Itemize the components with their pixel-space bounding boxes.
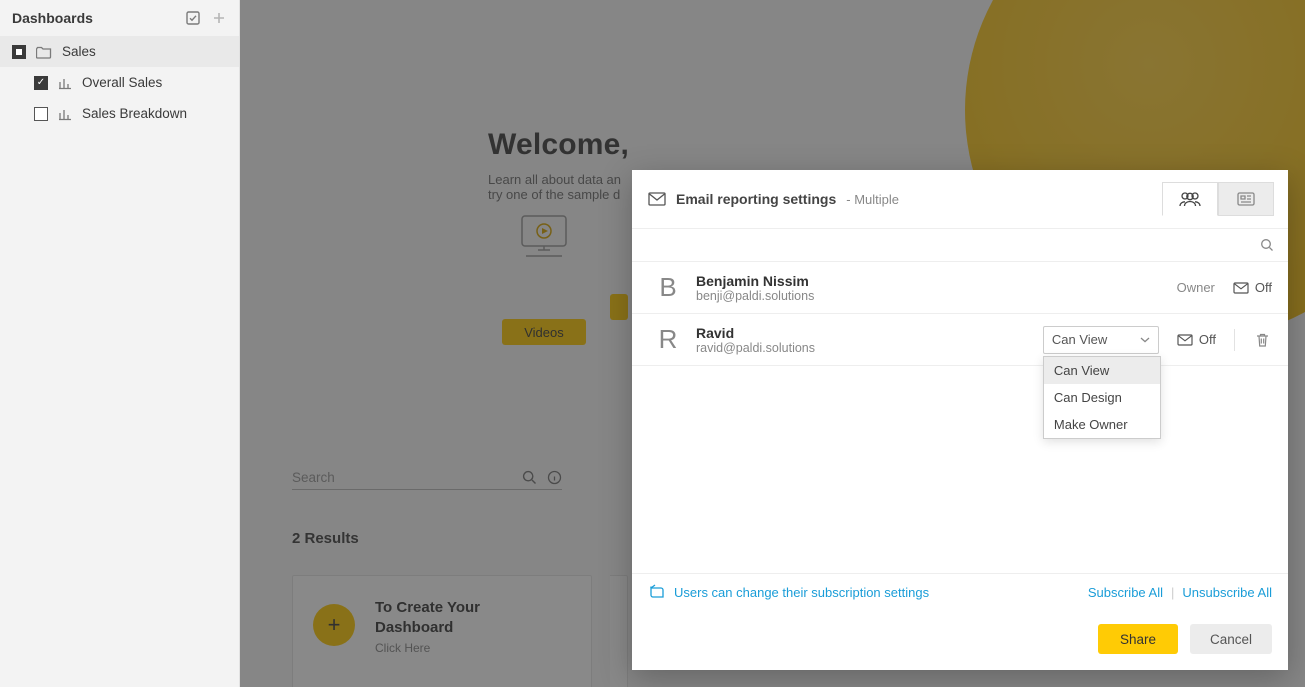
recipient-email: benji@paldi.solutions (696, 289, 814, 303)
cancel-button[interactable]: Cancel (1190, 624, 1272, 654)
permission-select[interactable]: Can View Can View Can Design Make Owner (1043, 326, 1159, 354)
mail-icon (1233, 282, 1249, 294)
recipient-name: Benjamin Nissim (696, 273, 814, 289)
permission-option-make-owner[interactable]: Make Owner (1044, 411, 1160, 438)
item-checkbox-icon[interactable] (34, 107, 48, 121)
modal-subtitle: - Multiple (846, 192, 899, 207)
unsubscribe-all-link[interactable]: Unsubscribe All (1182, 585, 1272, 600)
item-checkbox-icon[interactable]: ✓ (34, 76, 48, 90)
sidebar-title: Dashboards (12, 10, 93, 26)
sidebar-group-label: Sales (62, 44, 96, 59)
mail-icon (1177, 334, 1193, 346)
toggle-state: Off (1255, 280, 1272, 295)
email-toggle[interactable]: Off (1233, 280, 1272, 295)
separator (1234, 329, 1235, 351)
recipient-list: B Benjamin Nissim benji@paldi.solutions … (632, 262, 1288, 366)
separator: | (1171, 585, 1174, 600)
sidebar-item-label: Overall Sales (82, 75, 162, 90)
subscription-settings-link[interactable]: Users can change their subscription sett… (674, 585, 929, 600)
sidebar-item-overall-sales[interactable]: ✓ Overall Sales (0, 67, 239, 98)
permission-option-can-design[interactable]: Can Design (1044, 384, 1160, 411)
sidebar-group-sales[interactable]: Sales (0, 36, 239, 67)
mail-icon (648, 192, 666, 206)
recipient-row: R Ravid ravid@paldi.solutions Can View C… (632, 314, 1288, 366)
folder-icon (36, 45, 52, 59)
email-reporting-modal: Email reporting settings - Multiple (632, 170, 1288, 670)
avatar-initial: B (648, 272, 688, 303)
email-toggle[interactable]: Off (1177, 332, 1216, 347)
modal-header: Email reporting settings - Multiple (632, 170, 1288, 228)
sidebar-item-sales-breakdown[interactable]: Sales Breakdown (0, 98, 239, 129)
share-button[interactable]: Share (1098, 624, 1178, 654)
tab-users[interactable] (1162, 182, 1218, 216)
group-checkbox-icon[interactable] (12, 45, 26, 59)
chart-icon (58, 76, 72, 90)
avatar-initial: R (648, 324, 688, 355)
modal-footer: Share Cancel (632, 610, 1288, 670)
modal-search-bar[interactable] (632, 228, 1288, 262)
sidebar-item-label: Sales Breakdown (82, 106, 187, 121)
modal-title: Email reporting settings (676, 191, 836, 207)
tab-groups[interactable] (1218, 182, 1274, 216)
search-icon[interactable] (1260, 238, 1274, 252)
sidebar: Dashboards Sales ✓ Overall Sales (0, 0, 240, 687)
subscription-settings-icon (648, 584, 666, 600)
recipient-name: Ravid (696, 325, 815, 341)
delete-recipient-button[interactable] (1253, 332, 1272, 348)
recipient-row: B Benjamin Nissim benji@paldi.solutions … (632, 262, 1288, 314)
chart-icon (58, 107, 72, 121)
modal-utility-bar: Users can change their subscription sett… (632, 573, 1288, 610)
permission-dropdown: Can View Can Design Make Owner (1043, 356, 1161, 439)
chevron-down-icon (1140, 337, 1150, 343)
toggle-state: Off (1199, 332, 1216, 347)
app-root: Dashboards Sales ✓ Overall Sales (0, 0, 1305, 687)
role-label: Owner (1177, 280, 1215, 295)
sidebar-header: Dashboards (0, 0, 239, 36)
subscribe-all-link[interactable]: Subscribe All (1088, 585, 1163, 600)
add-dashboard-icon[interactable] (211, 10, 227, 26)
permission-option-can-view[interactable]: Can View (1044, 357, 1160, 384)
permission-selected: Can View (1052, 332, 1107, 347)
recipient-email: ravid@paldi.solutions (696, 341, 815, 355)
select-dashboards-icon[interactable] (185, 10, 201, 26)
